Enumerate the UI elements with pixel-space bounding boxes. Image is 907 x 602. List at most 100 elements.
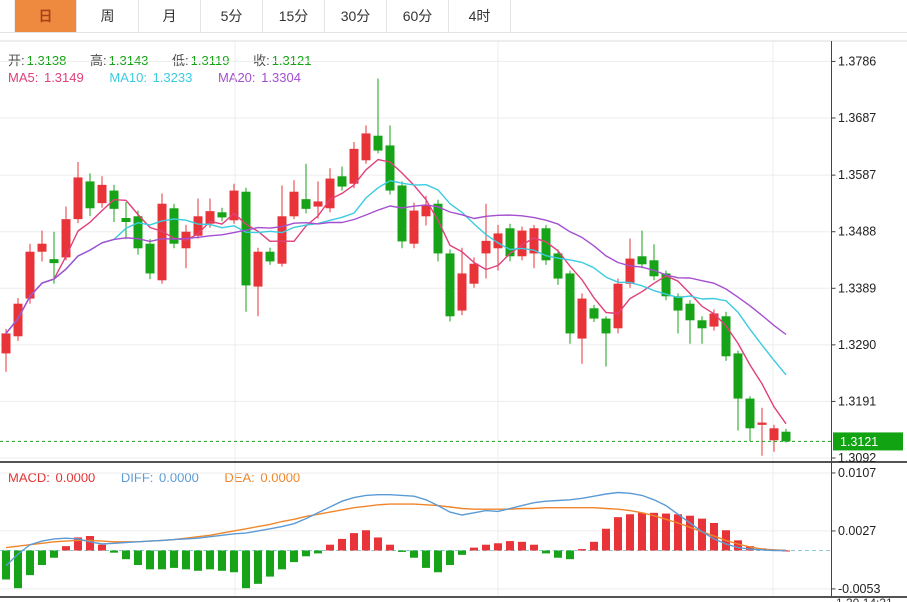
candle-body xyxy=(374,136,383,151)
candle-body xyxy=(422,205,431,216)
candle-body xyxy=(122,218,131,222)
candle-body xyxy=(338,176,347,186)
macd-hist-bar xyxy=(614,517,622,550)
macd-hist-bar xyxy=(266,551,274,577)
macd-hist-bar xyxy=(410,551,418,558)
macd-hist-bar xyxy=(350,533,358,550)
macd-hist-bar xyxy=(302,551,310,557)
candle-body xyxy=(254,252,263,287)
macd-hist-bar xyxy=(62,546,70,550)
candle-body xyxy=(434,204,443,254)
macd-hist-bar xyxy=(446,551,454,565)
candle-body xyxy=(62,219,71,257)
candle-body xyxy=(650,260,659,276)
candle-body xyxy=(14,304,23,337)
candle-body xyxy=(398,185,407,241)
candle-body xyxy=(410,211,419,244)
macd-hist-bar xyxy=(398,551,406,552)
macd-hist-bar xyxy=(458,551,466,555)
price-tick-label: 1.3488 xyxy=(838,225,876,239)
macd-hist-bar xyxy=(38,551,46,565)
candle-body xyxy=(314,201,323,206)
candle-body xyxy=(2,333,11,353)
kline-chart-widget: 日周月5分15分30分60分4时 开:1.3138 高:1.3143 低:1.3… xyxy=(0,0,907,602)
macd-hist-bar xyxy=(530,545,538,551)
candle-body xyxy=(362,133,371,160)
macd-hist-bar xyxy=(542,551,550,554)
candle-body xyxy=(350,149,359,184)
candle-body xyxy=(782,432,791,442)
macd-hist-bar xyxy=(554,551,562,558)
macd-hist-bar xyxy=(602,529,610,551)
candle-body xyxy=(578,299,587,339)
macd-hist-bar xyxy=(734,540,742,550)
candle-body xyxy=(674,296,683,310)
candle-body xyxy=(602,319,611,334)
macd-hist-bar xyxy=(230,551,238,573)
candle-body xyxy=(698,320,707,328)
candle-body xyxy=(74,177,83,219)
price-tick-label: 1.3687 xyxy=(838,111,876,125)
macd-hist-bar xyxy=(494,543,502,550)
macd-hist-bar xyxy=(470,548,478,551)
macd-hist-bar xyxy=(122,551,130,560)
candle-body xyxy=(278,216,287,263)
candle-body xyxy=(566,273,575,333)
price-tick-label: 1.3587 xyxy=(838,168,876,182)
candle-body xyxy=(758,423,767,425)
macd-hist-bar xyxy=(170,551,178,568)
candle-body xyxy=(482,241,491,254)
clipped-bottom-label: 1.30 14:31 xyxy=(836,597,906,602)
macd-hist-bar xyxy=(482,545,490,551)
macd-hist-bar xyxy=(386,545,394,551)
candle-body xyxy=(290,192,299,217)
macd-tick-label: 0.0027 xyxy=(838,524,876,538)
candle-body xyxy=(146,244,155,274)
macd-tick-label: 0.0107 xyxy=(838,466,876,480)
price-tick-label: 1.3786 xyxy=(838,54,876,68)
candle-body xyxy=(746,399,755,429)
candle-body xyxy=(626,259,635,284)
main-chart-area[interactable] xyxy=(0,41,831,462)
macd-hist-bar xyxy=(86,536,94,550)
macd-hist-bar xyxy=(650,513,658,551)
macd-hist-bar xyxy=(506,541,514,550)
candle-body xyxy=(614,284,623,329)
candle-body xyxy=(446,253,455,316)
candle-body xyxy=(638,256,647,264)
macd-hist-bar xyxy=(566,551,574,560)
macd-hist-bar xyxy=(242,551,250,589)
candle-body xyxy=(590,308,599,318)
macd-hist-bar xyxy=(182,551,190,570)
macd-hist-bar xyxy=(338,539,346,551)
candle-body xyxy=(218,212,227,217)
macd-hist-bar xyxy=(422,551,430,568)
macd-hist-bar xyxy=(518,542,526,551)
macd-tick-label: -0.0053 xyxy=(838,582,880,596)
price-tick-label: 1.3191 xyxy=(838,394,876,408)
last-price-label: 1.3121 xyxy=(840,435,878,449)
candle-body xyxy=(26,252,35,299)
candle-body xyxy=(266,252,275,262)
macd-hist-bar xyxy=(98,545,106,551)
price-tick-label: 1.3389 xyxy=(838,281,876,295)
candle-body xyxy=(38,244,47,252)
macd-hist-bar xyxy=(254,551,262,584)
candle-body xyxy=(158,204,167,281)
candle-body xyxy=(386,145,395,190)
macd-hist-bar xyxy=(674,514,682,550)
candle-body xyxy=(770,428,779,440)
chart-canvas[interactable]: 1.3786 1.3687 1.3587 1.3488 1.3389 1.3290 1.31… xyxy=(0,0,907,602)
candle-body xyxy=(242,192,251,286)
macd-hist-bar xyxy=(194,551,202,571)
macd-hist-bar xyxy=(218,551,226,571)
macd-hist-bar xyxy=(50,551,58,558)
macd-pane-area[interactable] xyxy=(0,462,831,597)
macd-hist-bar xyxy=(374,537,382,550)
price-tick-label: 1.3290 xyxy=(838,338,876,352)
candle-body xyxy=(734,353,743,398)
candle-body xyxy=(98,185,107,203)
candle-body xyxy=(710,313,719,326)
macd-hist-bar xyxy=(110,551,118,553)
macd-hist-bar xyxy=(278,551,286,570)
